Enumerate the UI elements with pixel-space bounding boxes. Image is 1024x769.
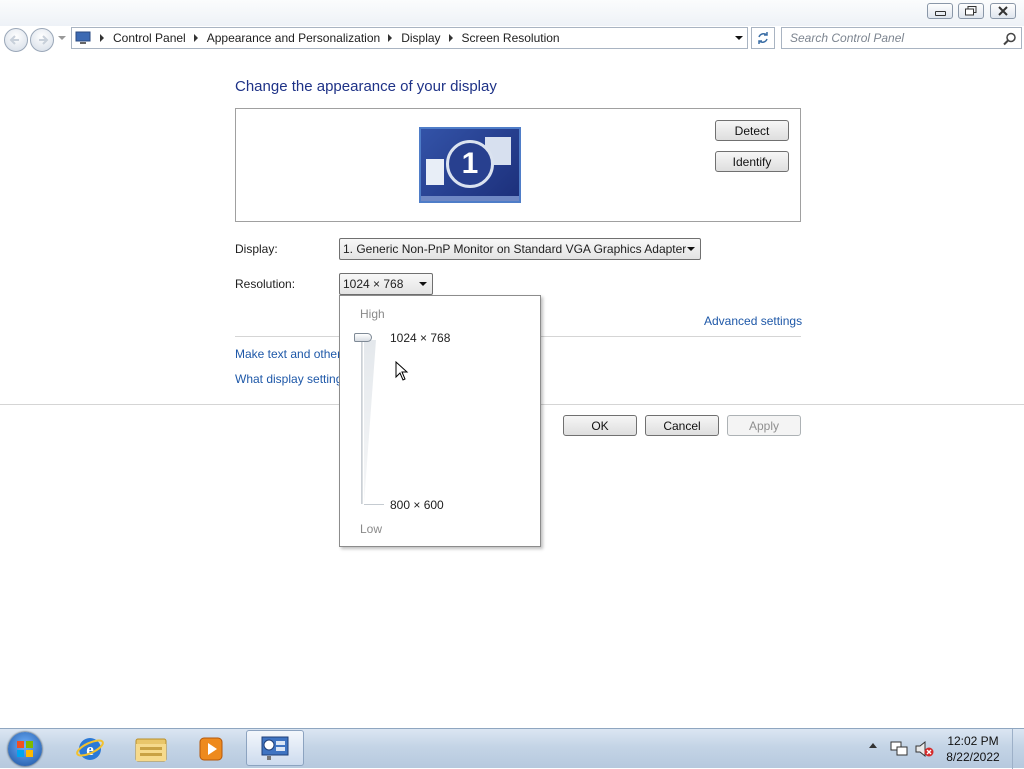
resolution-option-min[interactable]: 800 × 600 [390, 498, 444, 512]
navigation-bar: Control Panel Appearance and Personaliza… [0, 26, 1024, 54]
control-panel-icon [261, 736, 289, 760]
monitor-taskbar-strip [421, 196, 519, 201]
back-button[interactable] [4, 28, 28, 52]
address-dropdown-icon[interactable] [735, 36, 743, 40]
back-arrow-icon [9, 35, 19, 45]
window-thumbnail [426, 159, 444, 185]
resolution-select-value: 1024 × 768 [343, 277, 404, 291]
breadcrumb-screen-resolution[interactable]: Screen Resolution [462, 31, 560, 45]
chevron-down-icon [419, 282, 427, 286]
network-icon[interactable] [890, 741, 908, 757]
taskbar: e 12:02 PM 8/22/2022 [0, 728, 1024, 769]
display-select-value: 1. Generic Non-PnP Monitor on Standard V… [343, 242, 687, 256]
slider-thumb[interactable] [354, 333, 372, 342]
clock[interactable]: 12:02 PM 8/22/2022 [938, 733, 1008, 765]
detect-button[interactable]: Detect [715, 120, 789, 141]
control-panel-icon [75, 31, 91, 44]
slider-high-label: High [360, 307, 385, 321]
monitor-1-tile[interactable]: 1 [419, 127, 521, 203]
apply-button[interactable]: Apply [727, 415, 801, 436]
breadcrumb-control-panel[interactable]: Control Panel [113, 31, 186, 45]
text-size-link[interactable]: Make text and other [235, 347, 341, 361]
title-bar [0, 0, 1024, 26]
forward-arrow-icon [39, 35, 49, 45]
chevron-down-icon [687, 247, 695, 251]
page-title: Change the appearance of your display [235, 78, 497, 95]
resolution-label: Resolution: [235, 277, 296, 291]
search-placeholder: Search Control Panel [790, 31, 905, 45]
clock-date: 8/22/2022 [946, 750, 1000, 764]
display-label: Display: [235, 242, 278, 256]
display-select[interactable]: 1. Generic Non-PnP Monitor on Standard V… [339, 238, 701, 260]
resolution-select[interactable]: 1024 × 768 [339, 273, 433, 295]
ok-button[interactable]: OK [563, 415, 637, 436]
show-desktop-button[interactable] [1012, 729, 1024, 769]
address-bar[interactable]: Control Panel Appearance and Personaliza… [71, 27, 748, 49]
clock-time: 12:02 PM [947, 734, 999, 748]
minimize-icon [934, 11, 946, 16]
mouse-cursor-icon [395, 361, 409, 381]
windows-logo-icon [8, 732, 42, 766]
chevron-up-icon [869, 743, 877, 748]
media-player-icon [199, 737, 223, 761]
internet-explorer-icon: e [76, 738, 104, 760]
slider-track[interactable] [361, 338, 363, 504]
taskbar-windows-explorer[interactable] [124, 732, 178, 766]
resolution-option-max[interactable]: 1024 × 768 [390, 331, 450, 345]
identify-button[interactable]: Identify [715, 151, 789, 172]
slider-low-label: Low [360, 522, 383, 536]
breadcrumb-display[interactable]: Display [401, 31, 440, 45]
taskbar-control-panel-active[interactable] [246, 730, 304, 766]
display-settings-help-link[interactable]: What display setting [235, 372, 342, 386]
slider-fill [364, 340, 376, 504]
resolution-slider-popup: High Low 1024 × 768 800 × 600 [339, 295, 541, 547]
start-button[interactable] [5, 730, 45, 768]
volume-muted-icon[interactable] [914, 740, 934, 758]
restore-button[interactable] [958, 3, 984, 19]
monitor-number-badge: 1 [446, 140, 494, 188]
breadcrumb-appearance[interactable]: Appearance and Personalization [207, 31, 380, 45]
restore-icon [965, 6, 977, 16]
recent-pages-chevron-icon[interactable] [58, 36, 66, 40]
folder-icon [135, 738, 167, 762]
close-icon [998, 6, 1008, 16]
taskbar-internet-explorer[interactable]: e [63, 732, 117, 766]
refresh-button[interactable] [751, 27, 775, 49]
search-icon [1003, 32, 1016, 46]
cancel-button[interactable]: Cancel [645, 415, 719, 436]
monitor-number: 1 [461, 147, 479, 180]
show-hidden-icons-button[interactable] [869, 743, 877, 748]
forward-button[interactable] [30, 28, 54, 52]
advanced-settings-link[interactable]: Advanced settings [704, 314, 802, 328]
search-input[interactable]: Search Control Panel [781, 27, 1022, 49]
slider-tick [364, 504, 384, 505]
close-button[interactable] [990, 3, 1016, 19]
taskbar-media-player[interactable] [184, 732, 238, 766]
minimize-button[interactable] [927, 3, 953, 19]
refresh-icon [758, 32, 768, 44]
